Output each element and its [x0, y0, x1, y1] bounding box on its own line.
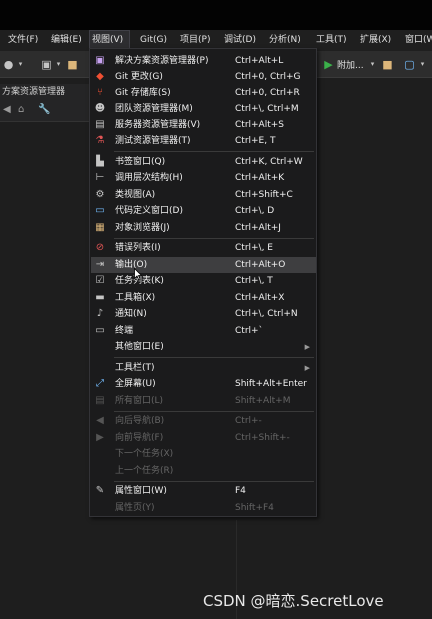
view-menu-item-test-explorer[interactable]: ⚗ 测试资源管理器(T) Ctrl+E, T — [91, 133, 316, 149]
git-changes-icon: ◆ — [96, 71, 104, 82]
view-menu-item-error-list[interactable]: ⊘ 错误列表(I) Ctrl+\, E — [91, 240, 316, 256]
view-menu-item-toolbars[interactable]: 工具栏(T) ▶ — [91, 360, 316, 376]
submenu-arrow-icon: ▶ — [304, 364, 310, 372]
view-menu-item-call-hierarchy[interactable]: ⊢ 调用层次结构(H) Ctrl+Alt+K — [91, 170, 316, 186]
solution-explorer-icon: ▣ — [95, 55, 105, 66]
view-menu-item-team-explorer[interactable]: ☻ 团队资源管理器(M) Ctrl+\, Ctrl+M — [91, 101, 316, 117]
solution-explorer-title: 方案资源管理器 — [0, 84, 89, 100]
view-menu-item-solution-explorer[interactable]: ▣ 解决方案资源管理器(P) Ctrl+Alt+L — [91, 53, 316, 69]
team-explorer-icon: ☻ — [94, 103, 106, 114]
view-menu-item-previous-task[interactable]: 上一个任务(R) — [91, 463, 316, 479]
view-menu-item-next-task[interactable]: 下一个任务(X) — [91, 446, 316, 462]
error-list-icon: ⊘ — [95, 242, 105, 253]
back-icon[interactable]: ◀ — [3, 104, 11, 115]
menu-separator — [114, 238, 314, 239]
output-icon: ⇥ — [95, 259, 105, 270]
wrench-icon[interactable]: 🔧 — [38, 104, 50, 115]
view-menu-item-git-changes[interactable]: ◆ Git 更改(G) Ctrl+0, Ctrl+G — [91, 69, 316, 85]
terminal-icon: ▭ — [95, 325, 105, 336]
class-view-icon: ⚙ — [95, 189, 105, 200]
view-menu-item-class-view[interactable]: ⚙ 类视图(A) Ctrl+Shift+C — [91, 187, 316, 203]
dropdown-icon[interactable]: ▾ — [416, 58, 429, 71]
view-menu-item-properties-window[interactable]: ✎ 属性窗口(W) F4 — [91, 483, 316, 499]
menu-extensions[interactable]: 扩展(X) — [358, 30, 393, 51]
view-menu-dropdown: ▣ 解决方案资源管理器(P) Ctrl+Alt+L ◆ Git 更改(G) Ct… — [89, 48, 317, 517]
watermark: CSDN @暗恋.SecretLove — [203, 592, 384, 610]
menu-separator — [114, 481, 314, 482]
window-icon[interactable]: ▢ — [403, 58, 416, 71]
menu-separator — [114, 411, 314, 412]
view-menu-item-notifications[interactable]: ♪ 通知(N) Ctrl+\, Ctrl+N — [91, 306, 316, 322]
view-menu-item-bookmarks[interactable]: ▙ 书签窗口(Q) Ctrl+K, Ctrl+W — [91, 154, 316, 170]
view-menu-item-git-repository[interactable]: ⑂ Git 存储库(S) Ctrl+0, Ctrl+R — [91, 85, 316, 101]
folder-search-icon[interactable]: ■ — [381, 58, 394, 71]
menu-edit[interactable]: 编辑(E) — [49, 30, 84, 51]
task-list-icon: ☑ — [95, 275, 105, 286]
attach-button[interactable]: 附加... — [337, 58, 364, 71]
view-menu-item-other-windows[interactable]: 其他窗口(E) ▶ — [91, 339, 316, 355]
editor-area — [318, 78, 432, 619]
view-menu-item-toolbox[interactable]: ▬ 工具箱(X) Ctrl+Alt+X — [91, 290, 316, 306]
menu-separator — [114, 151, 314, 152]
view-menu-item-server-explorer[interactable]: ▤ 服务器资源管理器(V) Ctrl+Alt+S — [91, 117, 316, 133]
dropdown-icon[interactable]: ▾ — [14, 58, 27, 71]
solution-explorer-body — [0, 122, 89, 619]
solution-explorer-toolbar: ◀ ⌂ 🔧 — [0, 100, 89, 122]
navigate-forward-icon: ▶ — [96, 432, 104, 443]
view-menu-item-terminal[interactable]: ▭ 终端 Ctrl+` — [91, 323, 316, 339]
view-menu-item-task-list[interactable]: ☑ 任务列表(K) Ctrl+\, T — [91, 273, 316, 289]
view-menu-item-navigate-forward[interactable]: ▶ 向前导航(F) Ctrl+Shift+- — [91, 430, 316, 446]
code-definition-icon: ▭ — [95, 205, 105, 216]
object-browser-icon: ▦ — [95, 222, 105, 233]
view-menu-item-code-definition[interactable]: ▭ 代码定义窗口(D) Ctrl+\, D — [91, 203, 316, 219]
open-folder-icon[interactable]: ■ — [66, 58, 79, 71]
menu-separator — [114, 357, 314, 358]
fullscreen-icon: ⤢ — [96, 378, 104, 389]
view-menu-item-property-pages[interactable]: 属性页(Y) Shift+F4 — [91, 500, 316, 516]
view-menu-item-output[interactable]: ⇥ 输出(O) Ctrl+Alt+O — [91, 257, 316, 273]
navigate-back-icon: ◀ — [96, 415, 104, 426]
notification-bell-icon: ♪ — [96, 308, 104, 319]
git-repository-icon: ⑂ — [97, 87, 103, 98]
mouse-cursor-icon — [134, 268, 142, 281]
submenu-arrow-icon: ▶ — [304, 343, 310, 351]
toolbox-icon: ▬ — [95, 292, 105, 303]
title-bar — [0, 0, 432, 30]
dropdown-icon[interactable]: ▾ — [52, 58, 65, 71]
all-windows-icon: ▤ — [95, 395, 105, 406]
dropdown-icon[interactable]: ▾ — [366, 58, 379, 71]
view-menu-item-object-browser[interactable]: ▦ 对象浏览器(J) Ctrl+Alt+J — [91, 220, 316, 236]
view-menu-item-all-windows[interactable]: ▤ 所有窗口(L) Shift+Alt+M — [91, 393, 316, 409]
view-menu-item-navigate-back[interactable]: ◀ 向后导航(B) Ctrl+- — [91, 413, 316, 429]
menu-window[interactable]: 窗口(W — [403, 30, 432, 51]
call-hierarchy-icon: ⊢ — [95, 172, 105, 183]
home-icon[interactable]: ⌂ — [18, 104, 24, 115]
menu-file[interactable]: 文件(F) — [6, 30, 40, 51]
test-explorer-icon: ⚗ — [95, 135, 105, 146]
server-explorer-icon: ▤ — [95, 119, 105, 130]
view-menu-item-fullscreen[interactable]: ⤢ 全屏幕(U) Shift+Alt+Enter — [91, 376, 316, 392]
menu-tools[interactable]: 工具(T) — [314, 30, 349, 51]
wrench-icon: ✎ — [95, 485, 105, 496]
bookmark-icon: ▙ — [96, 156, 104, 167]
play-icon[interactable]: ▶ — [322, 58, 335, 71]
